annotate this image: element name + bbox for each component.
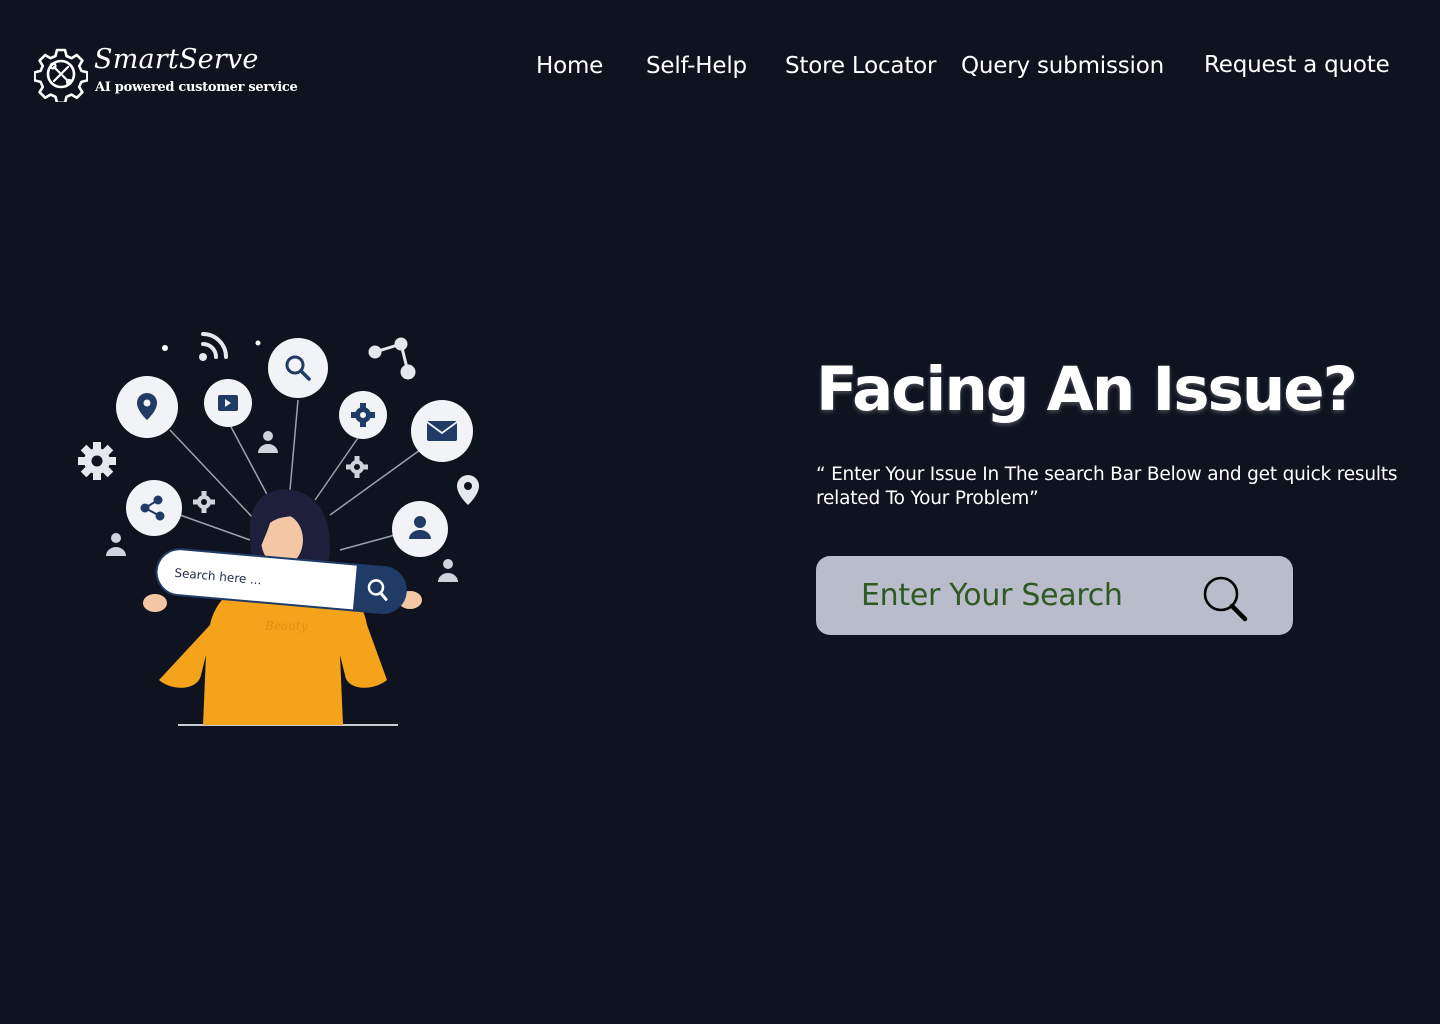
gear-icon [346,456,368,478]
dot-decor [255,340,261,346]
hero-title: Facing An Issue? [816,354,1358,425]
search-icon[interactable] [1201,575,1251,623]
brand-logo[interactable]: SmartServe AI powered customer service [34,44,298,102]
search-bubble [268,338,328,398]
video-bubble [204,379,252,427]
brand-tagline: AI powered customer service [95,80,298,95]
hero-subtitle: “ Enter Your Issue In The search Bar Bel… [816,464,1398,509]
dot-decor [162,345,168,351]
nav-home[interactable]: Home [536,50,603,82]
nav-request-quote[interactable]: Request a quote [1204,49,1390,81]
shirt-text: Beauty [264,619,308,633]
search-bar [816,556,1293,635]
brand-text: SmartServe AI powered customer service [94,44,298,98]
nav-query-submission[interactable]: Query submission [961,50,1164,82]
nav-self-help[interactable]: Self-Help [646,50,747,82]
nav-store-locator[interactable]: Store Locator [785,50,936,82]
network-icon [368,337,416,380]
search-input[interactable] [861,570,1191,621]
illustration-search-bar: Search here ... [155,548,407,614]
gear-icon [193,491,215,513]
user-bubble [392,501,448,557]
gear-tools-icon [34,48,88,102]
mail-bubble [411,400,473,462]
brand-name: SmartServe [94,44,259,75]
wifi-icon [199,332,228,361]
settings-bubble [339,391,387,439]
gear-icon [78,442,116,480]
location-bubble [116,376,178,438]
page: SmartServe AI powered customer service H… [0,0,1440,1024]
hero-illustration: Beauty Search here ... [78,332,479,726]
share-bubble [126,480,182,536]
